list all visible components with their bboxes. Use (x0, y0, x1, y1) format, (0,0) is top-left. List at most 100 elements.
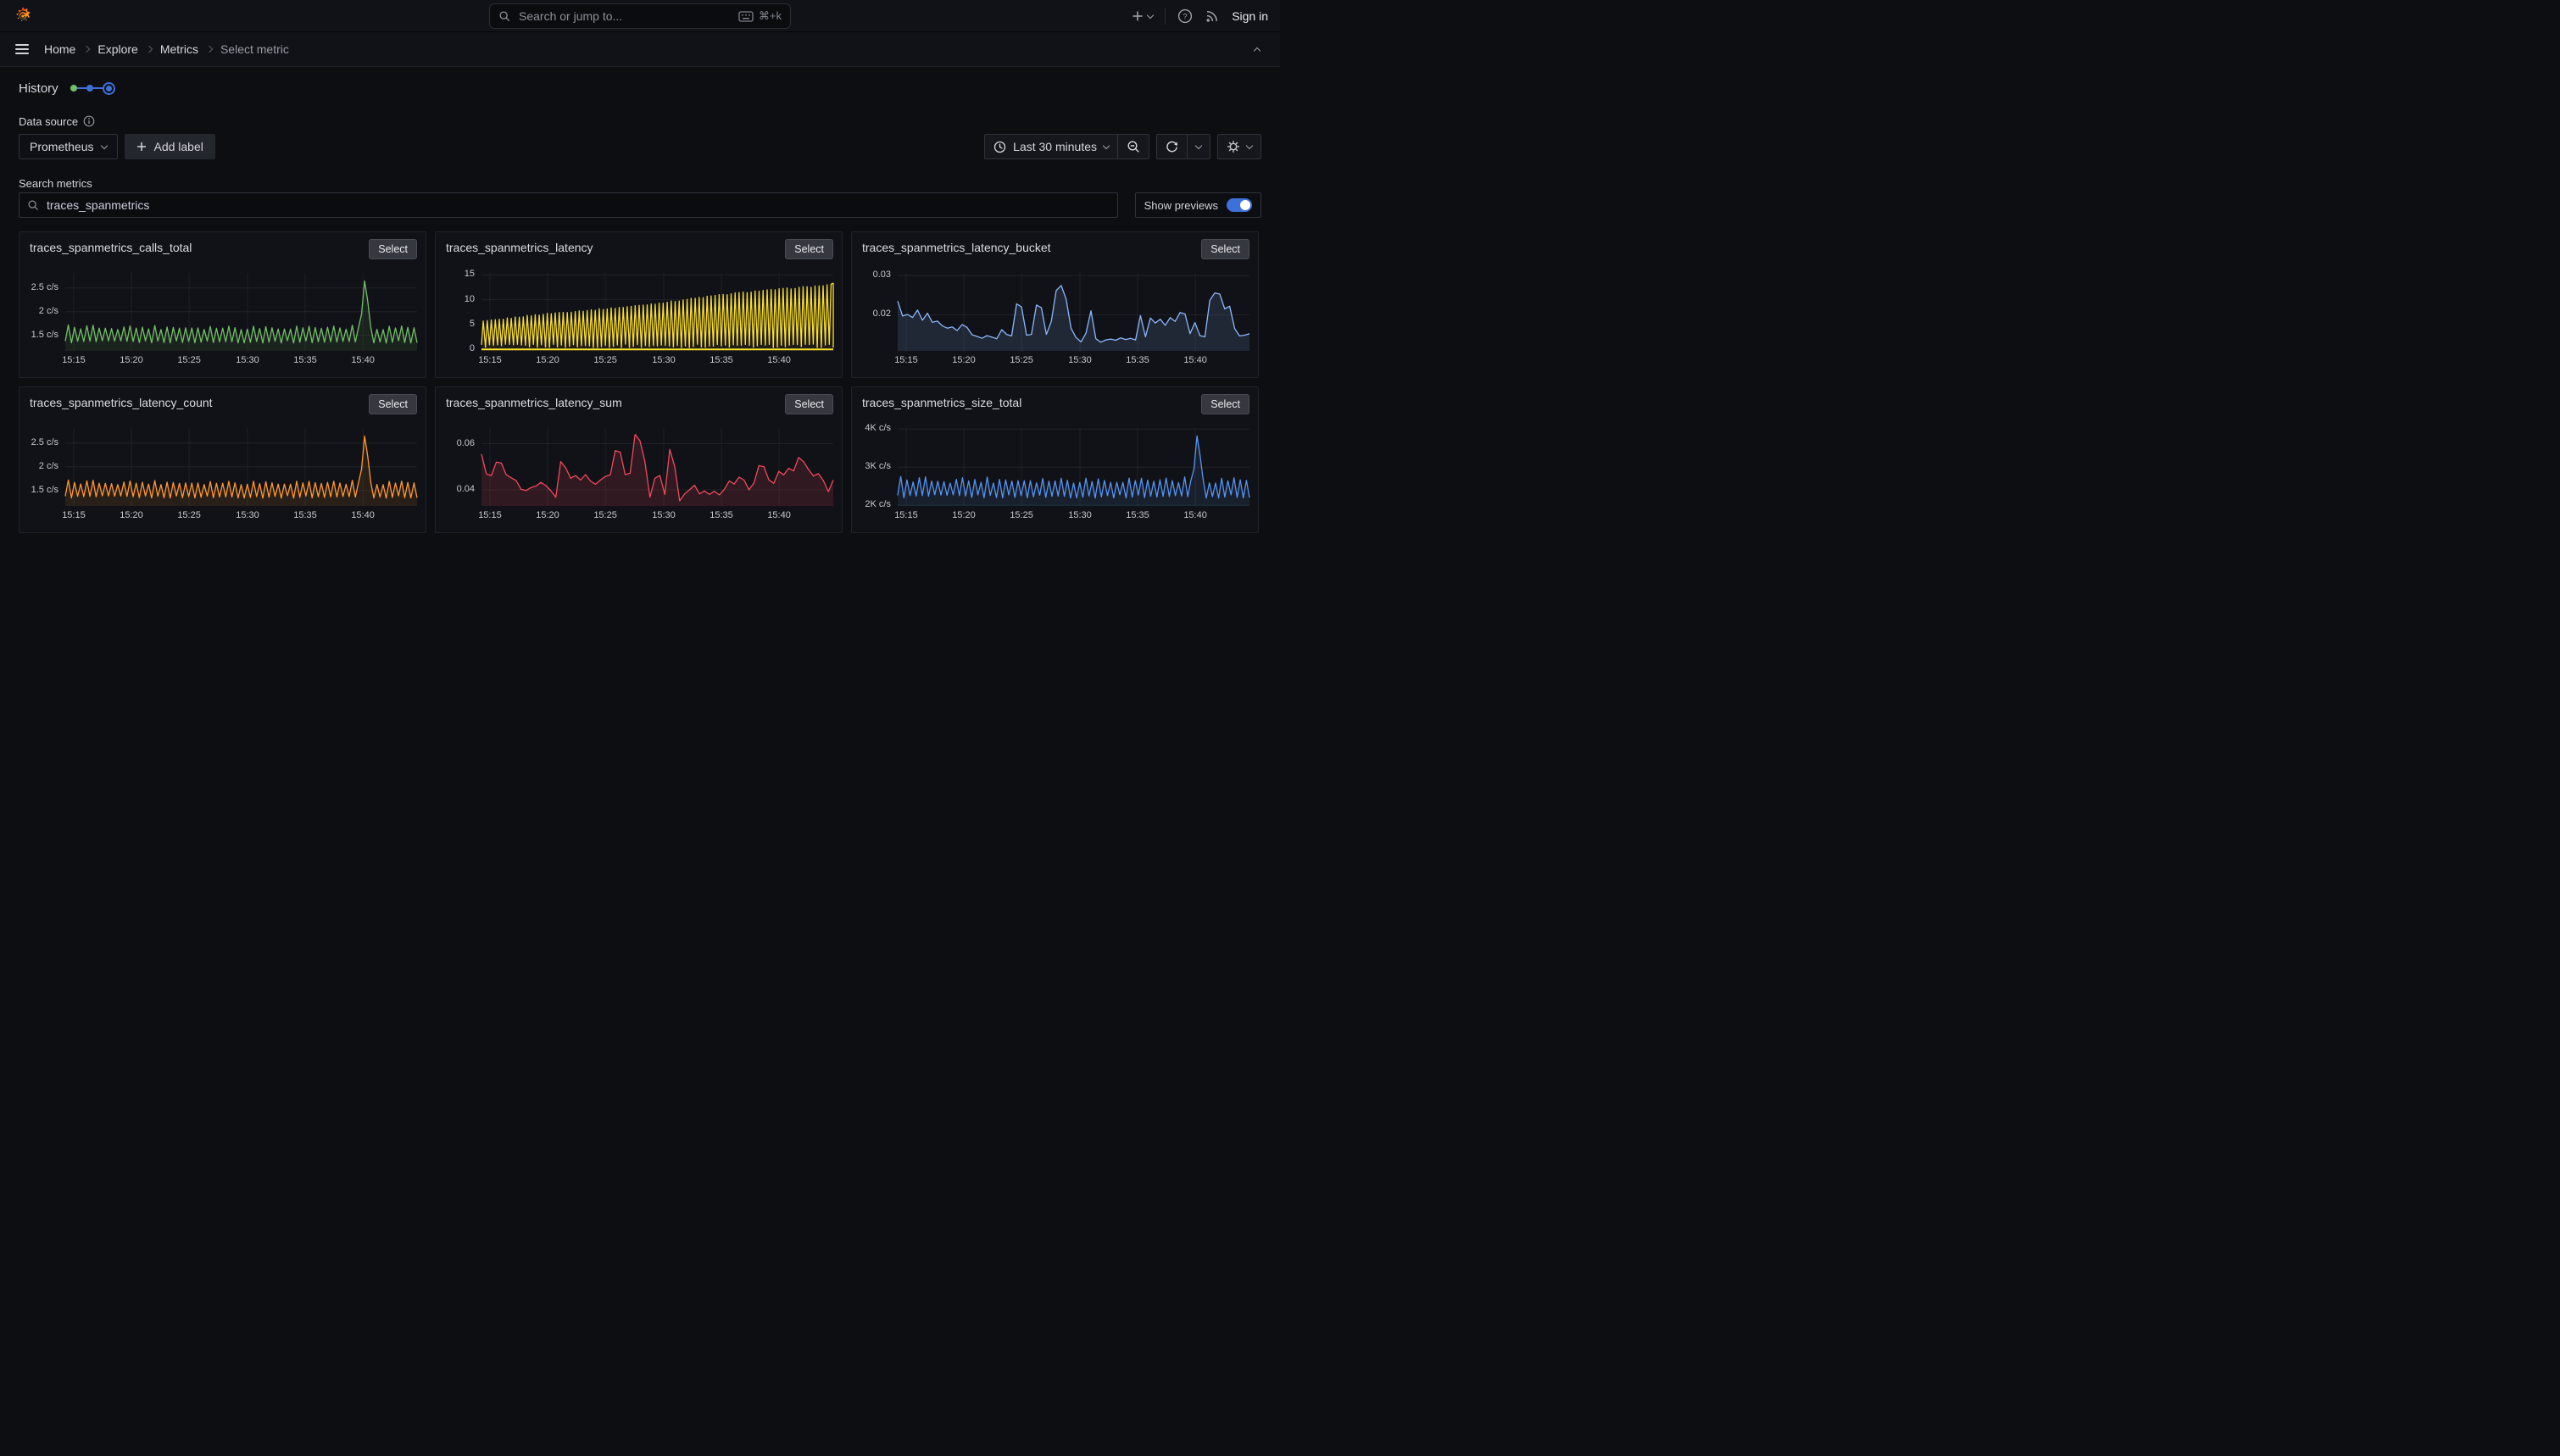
zoom-out-icon (1127, 140, 1140, 153)
x-tick-label: 15:40 (343, 510, 382, 520)
top-search-input[interactable] (517, 8, 732, 24)
menu-button[interactable] (12, 41, 32, 58)
metric-card: traces_spanmetrics_latency_count Select 15… (19, 386, 426, 533)
select-metric-button[interactable]: Select (369, 239, 417, 259)
metric-title: traces_spanmetrics_latency_bucket (862, 241, 1051, 254)
keyboard-shortcut-hint: ⌘+k (738, 9, 782, 23)
refresh-icon (1166, 141, 1178, 153)
y-tick-label: 5 (436, 319, 475, 329)
x-tick-label: 15:40 (760, 510, 799, 520)
metric-title: traces_spanmetrics_size_total (862, 396, 1021, 409)
x-tick-label: 15:25 (1002, 510, 1041, 520)
refresh-interval-dropdown[interactable] (1187, 135, 1210, 158)
show-previews-label: Show previews (1144, 199, 1218, 212)
x-tick-label: 15:15 (54, 355, 93, 365)
grafana-logo[interactable] (12, 5, 34, 27)
x-tick-label: 15:30 (644, 510, 683, 520)
metric-card: traces_spanmetrics_latency_sum Select 15:1… (435, 386, 843, 533)
top-search[interactable]: ⌘+k (489, 3, 791, 29)
x-tick-label: 15:40 (760, 355, 799, 365)
chevron-up-icon (1254, 47, 1261, 53)
zoom-out-button[interactable] (1117, 135, 1149, 158)
help-icon: ? (1177, 8, 1193, 24)
time-range-picker-group: Last 30 minutes (984, 134, 1149, 159)
timeseries-plot (65, 428, 417, 506)
select-metric-button[interactable]: Select (369, 394, 417, 414)
y-tick-label: 2 c/s (19, 461, 58, 471)
select-metric-button[interactable]: Select (785, 394, 833, 414)
show-previews-toggle[interactable] (1227, 198, 1252, 212)
datasource-label-row: Data source (19, 114, 1261, 128)
select-metric-button[interactable]: Select (1201, 394, 1249, 414)
history-label: History (19, 81, 58, 96)
select-metric-button[interactable]: Select (785, 239, 833, 259)
time-range-label: Last 30 minutes (1013, 140, 1097, 153)
add-label-button[interactable]: Add label (125, 134, 214, 159)
x-tick-label: 15:15 (54, 510, 93, 520)
news-button[interactable] (1205, 5, 1220, 27)
history-timeline-icon[interactable] (70, 82, 115, 95)
chevron-down-icon (1103, 142, 1110, 149)
x-tick-label: 15:35 (1118, 355, 1157, 365)
y-tick-label: 2.5 c/s (19, 282, 58, 292)
timeseries-plot (481, 428, 833, 506)
x-tick-label: 15:20 (112, 510, 151, 520)
x-tick-label: 15:20 (944, 510, 983, 520)
y-tick-label: 0.04 (436, 484, 475, 494)
time-range-button[interactable]: Last 30 minutes (985, 135, 1117, 158)
timeseries-plot (898, 273, 1249, 351)
metric-title: traces_spanmetrics_latency_count (30, 396, 213, 409)
shortcut-label: ⌘+k (759, 9, 782, 23)
x-tick-label: 15:35 (286, 355, 325, 365)
x-tick-label: 15:35 (702, 355, 741, 365)
new-menu-button[interactable] (1132, 5, 1153, 27)
x-tick-label: 15:25 (170, 355, 209, 365)
history-step-1[interactable] (70, 85, 77, 92)
breadcrumb-metrics[interactable]: Metrics (160, 42, 198, 56)
chevron-down-icon (1147, 11, 1154, 18)
history-step-2[interactable] (86, 85, 93, 92)
menu-icon (15, 44, 29, 46)
timeseries-plot (65, 273, 417, 351)
x-tick-label: 15:30 (1060, 510, 1099, 520)
history-step-current[interactable] (103, 82, 115, 95)
metric-title: traces_spanmetrics_latency (446, 241, 593, 254)
panel-settings-button[interactable] (1218, 135, 1261, 158)
breadcrumb-home[interactable]: Home (44, 42, 75, 56)
x-tick-label: 15:20 (944, 355, 983, 365)
x-tick-label: 15:25 (170, 510, 209, 520)
x-tick-label: 15:25 (586, 510, 625, 520)
x-tick-label: 15:20 (528, 510, 567, 520)
help-button[interactable]: ? (1177, 5, 1193, 27)
refresh-button[interactable] (1157, 135, 1187, 158)
metric-search-input[interactable] (45, 197, 1110, 213)
y-tick-label: 1.5 c/s (19, 330, 58, 340)
time-controls: Last 30 minutes (984, 134, 1261, 159)
show-previews-control[interactable]: Show previews (1135, 192, 1261, 218)
sign-in-button[interactable]: Sign in (1232, 9, 1268, 23)
refresh-group (1156, 134, 1210, 159)
x-tick-label: 15:15 (470, 510, 509, 520)
x-tick-label: 15:15 (887, 355, 926, 365)
settings-group (1217, 134, 1261, 159)
y-tick-label: 2.5 c/s (19, 437, 58, 447)
metric-title: traces_spanmetrics_calls_total (30, 241, 192, 254)
y-tick-label: 10 (436, 294, 475, 304)
y-tick-label: 4K c/s (852, 423, 891, 433)
metric-title: traces_spanmetrics_latency_sum (446, 396, 622, 409)
keyboard-icon (738, 11, 754, 22)
breadcrumb-separator-icon (83, 46, 90, 53)
datasource-picker[interactable]: Prometheus (19, 134, 118, 159)
x-tick-label: 15:30 (644, 355, 683, 365)
search-row: Show previews (19, 192, 1261, 218)
metric-card: traces_spanmetrics_latencySelect15:1515:… (435, 231, 843, 378)
datasource-label: Data source (19, 115, 78, 128)
x-tick-label: 15:30 (1060, 355, 1099, 365)
breadcrumb-explore[interactable]: Explore (97, 42, 137, 56)
breadcrumb-select-metric: Select metric (220, 42, 289, 56)
info-icon[interactable] (83, 115, 95, 127)
collapse-header-button[interactable] (1251, 40, 1263, 59)
metric-search-box[interactable] (19, 192, 1118, 218)
x-tick-label: 15:30 (228, 510, 267, 520)
select-metric-button[interactable]: Select (1201, 239, 1249, 259)
